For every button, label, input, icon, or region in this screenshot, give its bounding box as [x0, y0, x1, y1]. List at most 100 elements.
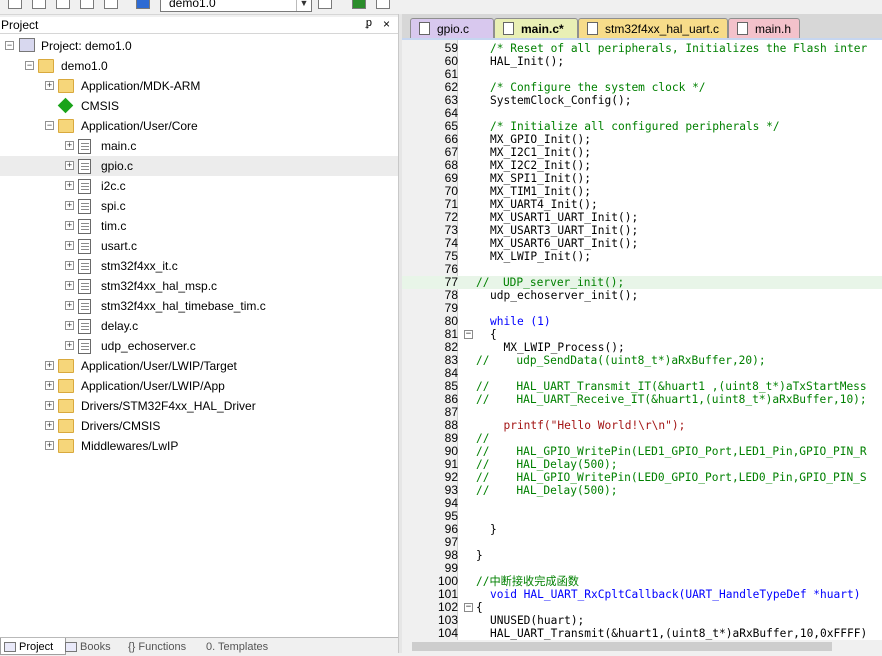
tree-file[interactable]: + usart.c [0, 236, 398, 256]
expand-icon[interactable]: + [45, 361, 54, 370]
tree-file[interactable]: + tim.c [0, 216, 398, 236]
code-line[interactable]: 75 MX_LWIP_Init(); [402, 250, 882, 264]
tree-file[interactable]: + stm32f4xx_hal_timebase_tim.c [0, 296, 398, 316]
expand-icon[interactable]: + [65, 341, 74, 350]
tree-file[interactable]: + udp_echoserver.c [0, 336, 398, 356]
code-line[interactable]: 81−{ [402, 328, 882, 342]
code-line[interactable]: 63 SystemClock_Config(); [402, 94, 882, 108]
code-line[interactable]: 79 [402, 302, 882, 315]
expand-icon[interactable]: + [45, 421, 54, 430]
editor-tab[interactable]: gpio.c [410, 18, 494, 38]
code-line[interactable]: 65/* Initialize all configured periphera… [402, 120, 882, 134]
code-line[interactable]: 73 MX_USART3_UART_Init(); [402, 224, 882, 238]
code-line[interactable]: 69 MX_SPI1_Init(); [402, 172, 882, 186]
code-line[interactable]: 93// HAL_Delay(500); [402, 484, 882, 498]
code-line[interactable]: 94 [402, 497, 882, 510]
tree-folder[interactable]: + Application/User/LWIP/Target [0, 356, 398, 376]
code-line[interactable]: 78 udp_echoserver_init(); [402, 289, 882, 303]
toolbar-icon[interactable] [376, 0, 390, 9]
tree-folder[interactable]: + Drivers/STM32F4xx_HAL_Driver [0, 396, 398, 416]
expand-icon[interactable]: + [65, 321, 74, 330]
code-line[interactable]: 60 HAL_Init(); [402, 55, 882, 69]
code-line[interactable]: 80 while (1) [402, 315, 882, 329]
collapse-icon[interactable]: − [25, 61, 34, 70]
toolbar-icon[interactable] [8, 0, 22, 9]
code-line[interactable]: 76 [402, 263, 882, 276]
code-line[interactable]: 59/* Reset of all peripherals, Initializ… [402, 42, 882, 56]
tree-file[interactable]: + gpio.c [0, 156, 398, 176]
editor-tab[interactable]: main.c* [494, 18, 578, 38]
code-line[interactable]: 91// HAL_Delay(500); [402, 458, 882, 472]
tree-folder[interactable]: + Application/MDK-ARM [0, 76, 398, 96]
tree-component[interactable]: CMSIS [0, 96, 398, 116]
tree-folder[interactable]: + Application/User/LWIP/App [0, 376, 398, 396]
collapse-icon[interactable]: − [45, 121, 54, 130]
tab-project[interactable]: Project [0, 638, 66, 655]
tree-root[interactable]: − Project: demo1.0 [0, 36, 398, 56]
expand-icon[interactable]: + [65, 161, 74, 170]
code-line[interactable]: 83// udp_SendData((uint8_t*)aRxBuffer,20… [402, 354, 882, 368]
code-line[interactable]: 82 MX_LWIP_Process(); [402, 341, 882, 355]
code-line[interactable]: 84 [402, 367, 882, 380]
expand-icon[interactable]: + [65, 261, 74, 270]
toolbar-icon[interactable] [104, 0, 118, 9]
expand-icon[interactable]: + [65, 141, 74, 150]
code-line[interactable]: 102−{ [402, 601, 882, 615]
code-editor[interactable]: 59/* Reset of all peripherals, Initializ… [402, 40, 882, 653]
code-line[interactable]: 77// UDP_server_init(); [402, 276, 882, 289]
code-line[interactable]: 70 MX_TIM1_Init(); [402, 185, 882, 199]
toolbar-icon[interactable] [56, 0, 70, 9]
expand-icon[interactable]: + [45, 81, 54, 90]
code-line[interactable]: 92// HAL_GPIO_WritePin(LED0_GPIO_Port,LE… [402, 471, 882, 485]
editor-tab[interactable]: main.h [728, 18, 800, 38]
code-line[interactable]: 99 [402, 562, 882, 575]
code-line[interactable]: 68 MX_I2C2_Init(); [402, 159, 882, 173]
tree-folder[interactable]: − Application/User/Core [0, 116, 398, 136]
expand-icon[interactable]: + [45, 381, 54, 390]
tree-file[interactable]: + main.c [0, 136, 398, 156]
editor-tab[interactable]: stm32f4xx_hal_uart.c [578, 18, 728, 38]
expand-icon[interactable]: + [65, 221, 74, 230]
code-line[interactable]: 90// HAL_GPIO_WritePin(LED1_GPIO_Port,LE… [402, 445, 882, 459]
expand-icon[interactable]: + [65, 181, 74, 190]
expand-icon[interactable]: + [65, 201, 74, 210]
code-line[interactable]: 87 [402, 406, 882, 419]
code-line[interactable]: 61 [402, 68, 882, 81]
code-line[interactable]: 74 MX_USART6_UART_Init(); [402, 237, 882, 251]
tree-file[interactable]: + stm32f4xx_hal_msp.c [0, 276, 398, 296]
code-line[interactable]: 100//中断接收完成函数 [402, 575, 882, 589]
toolbar-icon[interactable] [80, 0, 94, 9]
code-line[interactable]: 97 [402, 536, 882, 549]
options-icon[interactable] [318, 0, 332, 9]
tree-file[interactable]: + i2c.c [0, 176, 398, 196]
tab-functions[interactable]: {} Functions [124, 638, 200, 654]
tree-file[interactable]: + delay.c [0, 316, 398, 336]
toolbar-icon[interactable] [32, 0, 46, 9]
expand-icon[interactable]: + [45, 401, 54, 410]
fold-icon[interactable]: − [464, 330, 473, 339]
tree-file[interactable]: + stm32f4xx_it.c [0, 256, 398, 276]
collapse-icon[interactable]: − [5, 41, 14, 50]
close-icon[interactable]: × [383, 17, 390, 31]
tab-templates[interactable]: 0. Templates [202, 638, 286, 654]
code-line[interactable]: 104 HAL_UART_Transmit(&huart1,(uint8_t*)a… [402, 627, 882, 641]
expand-icon[interactable]: + [65, 281, 74, 290]
code-line[interactable]: 95 [402, 510, 882, 523]
code-line[interactable]: 85// HAL_UART_Transmit_IT(&huart1 ,(uint… [402, 380, 882, 394]
code-line[interactable]: 88 printf("Hello World!\r\n"); [402, 419, 882, 433]
scrollbar-thumb[interactable] [412, 642, 832, 651]
chevron-down-icon[interactable]: ▼ [296, 0, 311, 11]
horizontal-scrollbar[interactable] [402, 640, 882, 653]
tree-file[interactable]: + spi.c [0, 196, 398, 216]
code-line[interactable]: 103 UNUSED(huart); [402, 614, 882, 628]
code-line[interactable]: 72 MX_USART1_UART_Init(); [402, 211, 882, 225]
code-line[interactable]: 71 MX_UART4_Init(); [402, 198, 882, 212]
code-line[interactable]: 64 [402, 107, 882, 120]
toolbar-icon[interactable] [352, 0, 366, 9]
code-line[interactable]: 62/* Configure the system clock */ [402, 81, 882, 95]
code-line[interactable]: 66 MX_GPIO_Init(); [402, 133, 882, 147]
tree-folder[interactable]: + Drivers/CMSIS [0, 416, 398, 436]
expand-icon[interactable]: + [65, 241, 74, 250]
code-line[interactable]: 89// [402, 432, 882, 446]
code-line[interactable]: 96} [402, 523, 882, 537]
